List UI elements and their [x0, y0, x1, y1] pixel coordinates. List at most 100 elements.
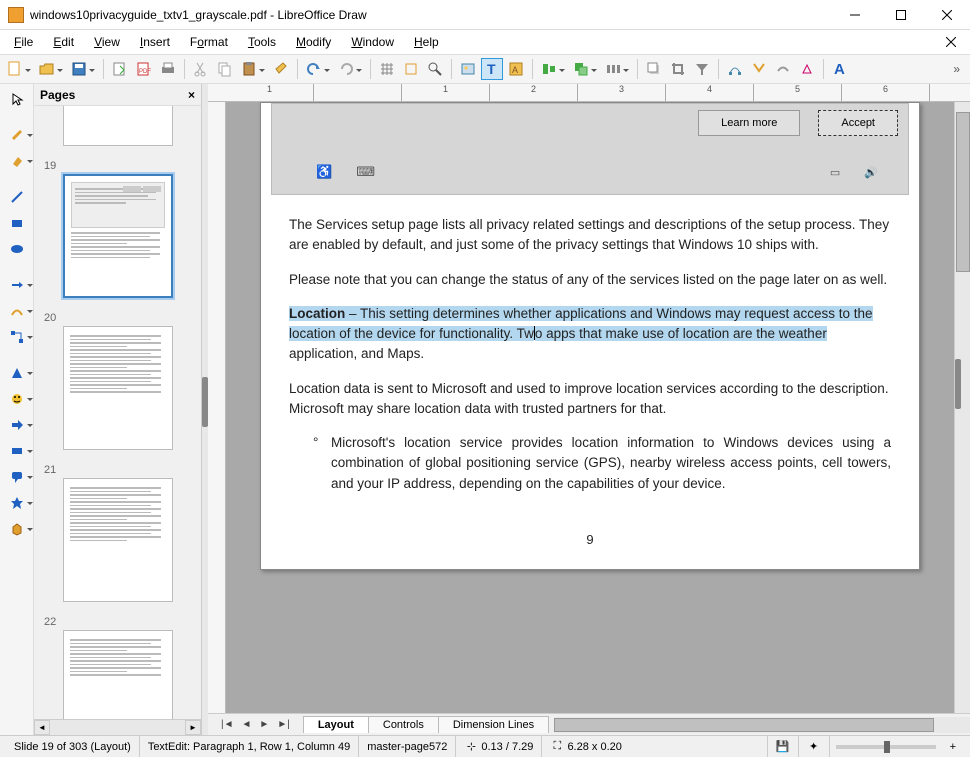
menubar: File Edit View Insert Format Tools Modif… [0, 30, 970, 54]
callout-tool[interactable] [5, 466, 29, 488]
curve-tool[interactable] [5, 300, 29, 322]
crop-button[interactable] [667, 58, 689, 80]
tab-layout[interactable]: Layout [303, 716, 369, 733]
symbol-shapes-tool[interactable] [5, 388, 29, 410]
menu-modify[interactable]: Modify [288, 33, 339, 51]
status-master[interactable]: master-page572 [359, 736, 456, 757]
tab-dimension[interactable]: Dimension Lines [438, 716, 549, 733]
arrange-button[interactable] [570, 58, 592, 80]
save-button[interactable] [68, 58, 90, 80]
menu-edit[interactable]: Edit [45, 33, 82, 51]
canvas-bottom-bar: |◄ ◄ ► ►| Layout Controls Dimension Line… [208, 713, 970, 735]
basic-shapes-tool[interactable] [5, 362, 29, 384]
menu-view[interactable]: View [86, 33, 128, 51]
pages-hscroll[interactable]: ◄► [34, 719, 201, 735]
line-color-tool[interactable] [5, 124, 29, 146]
rect-tool[interactable] [5, 212, 29, 234]
pages-list[interactable]: 19 20 21 [34, 106, 201, 719]
export-pdf-button[interactable]: PDF [133, 58, 155, 80]
arrow-tool[interactable] [5, 274, 29, 296]
horizontal-scrollbar[interactable] [554, 717, 970, 733]
flowchart-tool[interactable] [5, 440, 29, 462]
ruler-horizontal[interactable]: 1 1 2 3 4 5 6 7 [208, 84, 970, 102]
prev-slide-button[interactable]: ◄ [239, 719, 255, 730]
menu-format[interactable]: Format [182, 33, 236, 51]
document-body[interactable]: The Services setup page lists all privac… [261, 215, 919, 549]
cut-button[interactable] [190, 58, 212, 80]
textbox-button[interactable]: T [481, 58, 503, 80]
bullet-item[interactable]: Microsoft's location service provides lo… [313, 433, 891, 494]
tab-controls[interactable]: Controls [368, 716, 439, 733]
line-tool[interactable] [5, 186, 29, 208]
close-button[interactable] [924, 0, 970, 30]
paragraph[interactable]: Location data is sent to Microsoft and u… [289, 379, 891, 420]
svg-text:A: A [834, 61, 845, 77]
page-thumb[interactable] [63, 326, 173, 450]
block-arrows-tool[interactable] [5, 414, 29, 436]
menu-window[interactable]: Window [343, 33, 402, 51]
paste-button[interactable] [238, 58, 260, 80]
toolbar-overflow[interactable]: » [947, 62, 966, 76]
toggle-button[interactable] [796, 58, 818, 80]
page-viewport[interactable]: Learn more Accept ♿ ⌨ ▭ 🔊 The [226, 102, 954, 713]
shadow-button[interactable] [643, 58, 665, 80]
star-tool[interactable] [5, 492, 29, 514]
export-button[interactable] [109, 58, 131, 80]
page-thumb[interactable] [63, 174, 173, 298]
app-icon [8, 7, 24, 23]
menu-tools[interactable]: Tools [240, 33, 284, 51]
menu-file[interactable]: File [6, 33, 41, 51]
clone-format-button[interactable] [270, 58, 292, 80]
zoom-button[interactable] [424, 58, 446, 80]
points-button[interactable] [724, 58, 746, 80]
vertical-scrollbar[interactable] [954, 102, 970, 713]
page-thumb[interactable] [63, 478, 173, 602]
zoom-slider[interactable] [836, 745, 936, 749]
redo-button[interactable] [335, 58, 357, 80]
select-tool[interactable] [5, 88, 29, 110]
status-save-icon[interactable]: 💾 [768, 736, 799, 757]
connector-tool[interactable] [5, 326, 29, 348]
paragraph[interactable]: The Services setup page lists all privac… [289, 215, 891, 256]
zoom-in-button[interactable]: + [942, 736, 964, 757]
page-thumb[interactable] [63, 630, 173, 719]
extrusion-button[interactable] [772, 58, 794, 80]
page-thumb[interactable] [63, 106, 173, 146]
last-slide-button[interactable]: ►| [274, 719, 293, 730]
menu-insert[interactable]: Insert [132, 33, 178, 51]
close-document-button[interactable] [938, 35, 964, 49]
page-canvas[interactable]: Learn more Accept ♿ ⌨ ▭ 🔊 The [260, 102, 920, 570]
undo-button[interactable] [303, 58, 325, 80]
fontwork-a-button[interactable]: A [829, 58, 851, 80]
filter-button[interactable] [691, 58, 713, 80]
menu-help[interactable]: Help [406, 33, 447, 51]
helplines-button[interactable] [400, 58, 422, 80]
pages-panel-close[interactable]: × [188, 88, 195, 102]
image-button[interactable] [457, 58, 479, 80]
titlebar: windows10privacyguide_txtv1_grayscale.pd… [0, 0, 970, 30]
ellipse-tool[interactable] [5, 238, 29, 260]
distribute-button[interactable] [602, 58, 624, 80]
print-button[interactable] [157, 58, 179, 80]
open-button[interactable] [36, 58, 58, 80]
status-slide[interactable]: Slide 19 of 303 (Layout) [6, 736, 140, 757]
glue-button[interactable] [748, 58, 770, 80]
align-button[interactable] [538, 58, 560, 80]
ruler-vertical[interactable] [208, 102, 226, 713]
first-slide-button[interactable]: |◄ [218, 719, 237, 730]
paragraph[interactable]: Please note that you can change the stat… [289, 270, 891, 290]
fill-color-tool[interactable] [5, 150, 29, 172]
3d-tool[interactable] [5, 518, 29, 540]
keyboard-icon: ⌨ [356, 164, 375, 180]
grid-button[interactable] [376, 58, 398, 80]
new-button[interactable] [4, 58, 26, 80]
fit-page-button[interactable]: ✦ [799, 736, 830, 757]
fontwork-button[interactable]: A [505, 58, 527, 80]
status-edit: TextEdit: Paragraph 1, Row 1, Column 49 [140, 736, 359, 757]
maximize-button[interactable] [878, 0, 924, 30]
minimize-button[interactable] [832, 0, 878, 30]
paragraph-location[interactable]: Location – This setting determines wheth… [289, 304, 891, 365]
next-slide-button[interactable]: ► [256, 719, 272, 730]
copy-button[interactable] [214, 58, 236, 80]
page-number: 9 [289, 530, 891, 550]
